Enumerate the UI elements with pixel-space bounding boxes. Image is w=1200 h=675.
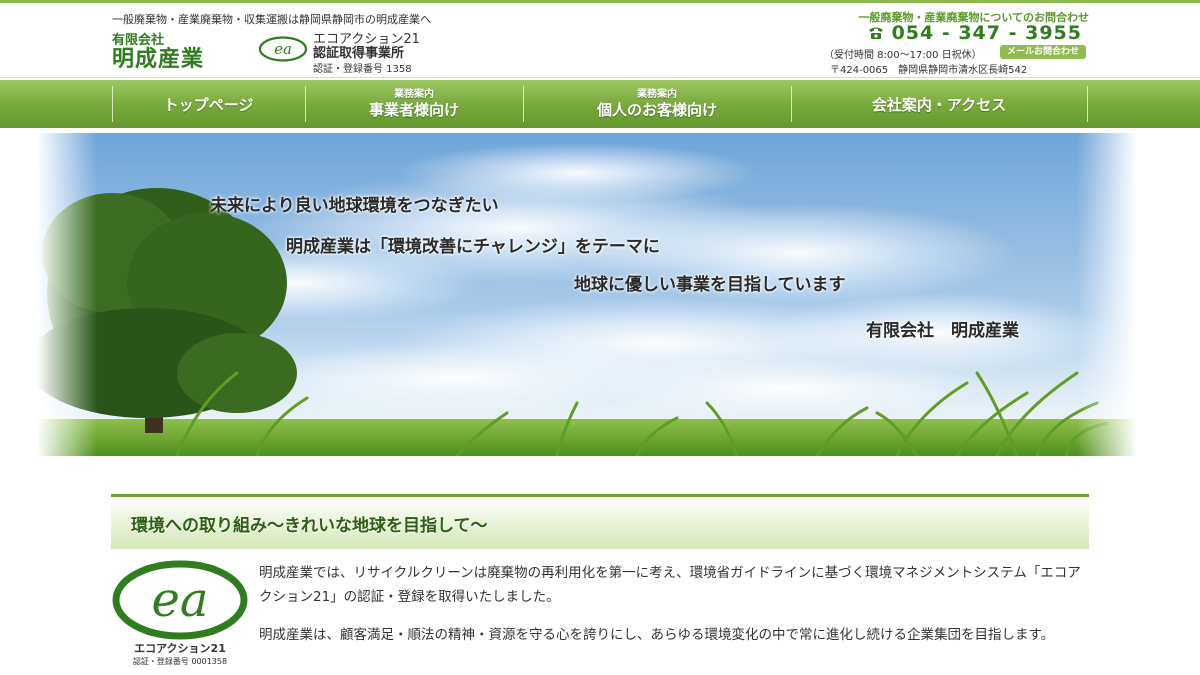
hero-banner: 未来により良い地球環境をつなぎたい 明成産業は「環境改善にチャレンジ」をテーマに… [37, 133, 1137, 456]
ea-large-number: 認証・登録番号 0001358 [132, 657, 228, 666]
eco-action-21-logo-icon: ea [258, 36, 308, 62]
site-tagline: 一般廃棄物・産業廃棄物・収集運搬は静岡県静岡市の明成産業へ [112, 13, 431, 26]
header-divider [0, 77, 1200, 78]
telephone-icon [868, 27, 883, 39]
hero-line-4: 有限会社 明成産業 [866, 321, 1019, 341]
ea-number: 認証・登録番号 1358 [313, 63, 412, 75]
top-accent-bar [0, 0, 1200, 3]
company-address: 〒424-0065 静岡県静岡市清水区長崎542 [830, 65, 1028, 76]
intro-paragraph-2: 明成産業は、顧客満足・順法の精神・資源を守る心を誇りにし、あらゆる環境変化の中で… [259, 627, 1055, 643]
main-navigation: トップページ 業務案内 事業者様向け 業務案内 個人のお客様向け 会社案内・アク… [0, 80, 1200, 128]
ea-large-name: エコアクション21 [134, 642, 226, 655]
nav-item-label: 会社案内・アクセス [871, 95, 1007, 114]
phone-number-text: 054 - 347 - 3955 [891, 22, 1082, 44]
nav-item-label: 事業者様向け [368, 101, 459, 119]
nav-item-caption: 業務案内 [394, 89, 434, 100]
hero-line-3: 地球に優しい事業を目指しています [574, 275, 846, 295]
nav-item-top-page[interactable]: トップページ [113, 84, 304, 124]
section-title: 環境への取り組み～きれいな地球を目指して～ [131, 516, 488, 536]
company-name: 明成産業 [112, 47, 205, 72]
hero-line-1: 未来により良い地球環境をつなぎたい [210, 196, 499, 216]
mail-inquiry-button[interactable]: メールお問合わせ [1000, 45, 1086, 59]
eco-action-info: エコアクション21 認証取得事業所 認証・登録番号 1358 [313, 32, 420, 75]
nav-item-individual-clients[interactable]: 業務案内 個人のお客様向け [524, 84, 790, 124]
company-logo[interactable]: 有限会社 明成産業 [112, 34, 204, 71]
phone-number[interactable]: 054 - 347 - 3955 [868, 22, 1082, 44]
hero-line-2: 明成産業は「環境改善にチャレンジ」をテーマに [286, 237, 660, 257]
intro-paragraph-1: 明成産業では、リサイクルクリーンは廃棄物の再利用化を第一に考え、環境省ガイドライ… [259, 565, 1081, 605]
company-kind: 有限会社 [112, 33, 165, 48]
business-hours: （受付時間 8:00～17:00 日祝休） [824, 50, 982, 61]
nav-item-label: 個人のお客様向け [596, 101, 717, 119]
ea-logo-letters: ea [274, 40, 292, 58]
ea-subtitle: 認証取得事業所 [313, 46, 405, 62]
nav-item-business-clients[interactable]: 業務案内 事業者様向け [306, 84, 522, 124]
ea-large-logo-letters: ea [151, 572, 208, 628]
section-header: 環境への取り組み～きれいな地球を目指して～ [111, 494, 1089, 549]
nav-separator [1087, 86, 1088, 122]
nav-item-company-access[interactable]: 会社案内・アクセス [792, 84, 1086, 124]
nav-item-caption: 業務案内 [637, 89, 677, 100]
nav-item-label: トップページ [163, 95, 254, 114]
